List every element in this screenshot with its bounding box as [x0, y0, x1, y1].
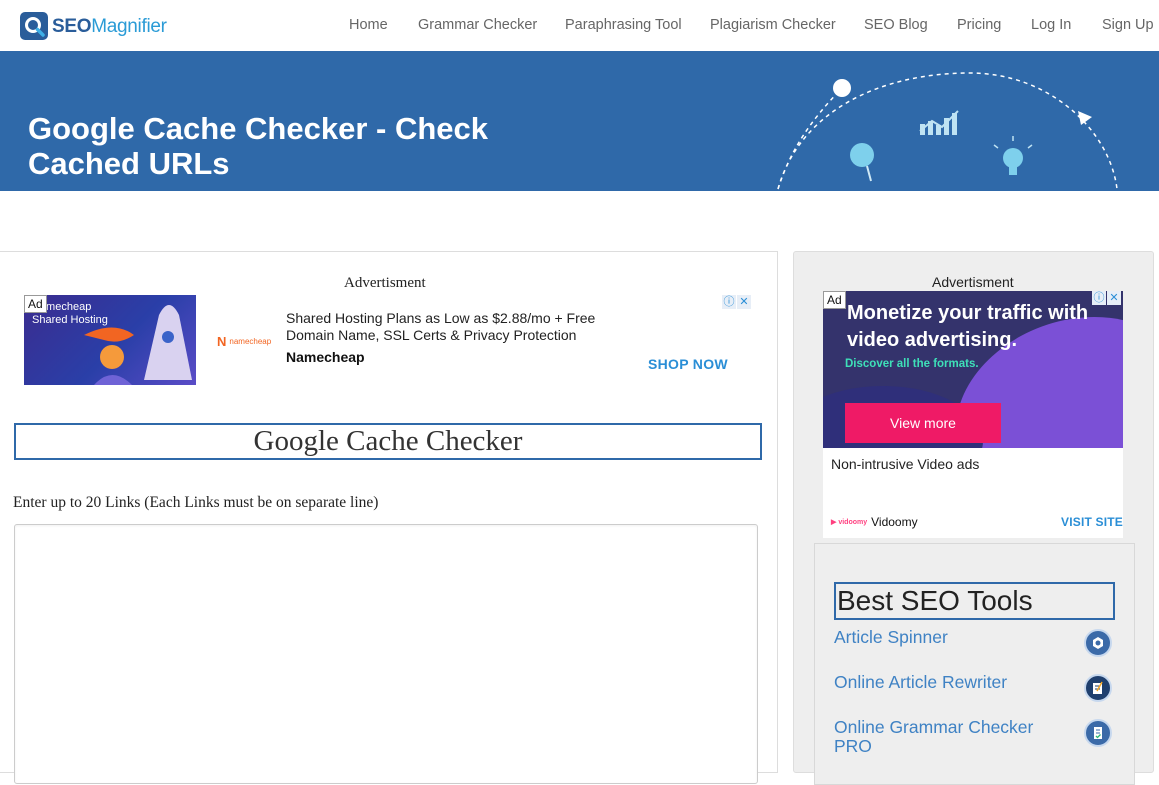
ad-choices[interactable]: ⓘ ✕: [1092, 291, 1122, 306]
tool-link-article-spinner[interactable]: Article Spinner: [834, 628, 1054, 647]
ad-image-namecheap[interactable]: Namecheap Shared Hosting Ad: [24, 295, 196, 385]
nav-log-in[interactable]: Log In: [1031, 17, 1071, 33]
vidoomy-logo-text: vidoomy: [838, 519, 868, 526]
nav-pricing[interactable]: Pricing: [957, 17, 1001, 33]
urls-textarea[interactable]: [14, 524, 758, 784]
banner-illustration: [777, 72, 1118, 190]
nav-paraphrasing-tool[interactable]: Paraphrasing Tool: [565, 17, 682, 33]
sidebar: Advertisment Monetize your traffic with …: [793, 251, 1154, 785]
main-content: Advertisment Namecheap Shared Hosting Ad…: [0, 251, 778, 784]
tool-title: Google Cache Checker: [14, 423, 762, 460]
ad-shop-now-button[interactable]: SHOP NOW: [648, 356, 728, 372]
tool-item-article-spinner[interactable]: Article Spinner: [834, 628, 1114, 657]
page-banner: Google Cache Checker - Check Cached URLs: [0, 51, 1159, 191]
ad-close-icon[interactable]: ✕: [737, 295, 751, 309]
ad-info-icon[interactable]: ⓘ: [1092, 291, 1106, 305]
nav-sign-up[interactable]: Sign Up: [1102, 17, 1154, 33]
ad-choices[interactable]: ⓘ ✕: [722, 295, 752, 310]
input-instruction: Enter up to 20 Links (Each Links must be…: [13, 494, 379, 511]
sidebar-ad-caption: Advertisment: [932, 274, 1014, 290]
nav-seo-blog[interactable]: SEO Blog: [864, 17, 928, 33]
ad-body-text[interactable]: Shared Hosting Plans as Low as $2.88/mo …: [286, 310, 616, 344]
tool-link-online-grammar-checker-pro[interactable]: Online Grammar Checker PRO: [834, 718, 1054, 756]
tool-item-online-grammar-checker-pro[interactable]: Online Grammar Checker PRO: [834, 718, 1114, 756]
banner-dot-icon: [833, 79, 851, 97]
ad-info-icon[interactable]: ⓘ: [722, 295, 736, 309]
ad-visit-site-button[interactable]: VISIT SITE: [1061, 515, 1123, 529]
tool-link-online-article-rewriter[interactable]: Online Article Rewriter: [834, 673, 1054, 692]
rewriter-tool-icon[interactable]: [1084, 674, 1112, 702]
ad-view-more-button[interactable]: View more: [845, 403, 1001, 443]
ad-brand: ▶ vidoomy Vidoomy: [831, 515, 918, 529]
nav-home[interactable]: Home: [349, 17, 388, 33]
ad-image-vidoomy[interactable]: Monetize your traffic with video adverti…: [823, 291, 1123, 448]
ad-headline: Monetize your traffic with video adverti…: [847, 302, 1089, 351]
banner-pin-icon: [850, 143, 874, 182]
best-seo-tools-widget: Best SEO Tools Article Spinner Online Ar…: [814, 543, 1135, 785]
tool-item-online-article-rewriter[interactable]: Online Article Rewriter: [834, 673, 1114, 702]
advertiser-logo: N namecheap: [217, 334, 271, 349]
rocket-illustration-icon: [84, 305, 192, 385]
ad-info-panel[interactable]: Non-intrusive Video ads ▶ vidoomy Vidoom…: [823, 448, 1123, 538]
ad-caption: Advertisment: [344, 275, 426, 291]
banner-lightbulb-icon: [993, 136, 1033, 175]
ad-badge: Ad: [823, 291, 846, 309]
advertiser-logo-text: namecheap: [229, 337, 272, 346]
ad-close-icon[interactable]: ✕: [1107, 291, 1121, 305]
main-nav: Home Grammar Checker Paraphrasing Tool P…: [0, 17, 1159, 37]
ad-subline: Discover all the formats.: [845, 358, 979, 370]
best-seo-tools-title: Best SEO Tools: [834, 582, 1115, 620]
spinner-tool-icon[interactable]: [1084, 629, 1112, 657]
vidoomy-logo-icon: ▶ vidoomy: [831, 519, 868, 526]
namecheap-logo-icon: N: [217, 334, 227, 349]
nav-plagiarism-checker[interactable]: Plagiarism Checker: [710, 17, 836, 33]
banner-chart-icon: [919, 110, 959, 135]
nav-grammar-checker[interactable]: Grammar Checker: [418, 17, 537, 33]
page-title: Google Cache Checker - Check Cached URLs: [28, 111, 488, 181]
grammar-tool-icon[interactable]: [1084, 719, 1112, 747]
ad-brand-name[interactable]: Namecheap: [286, 349, 365, 365]
ad-brand-name: Vidoomy: [871, 515, 918, 529]
ad-description: Non-intrusive Video ads: [831, 456, 980, 472]
top-navbar: SEOMagnifier Home Grammar Checker Paraph…: [0, 0, 1159, 51]
